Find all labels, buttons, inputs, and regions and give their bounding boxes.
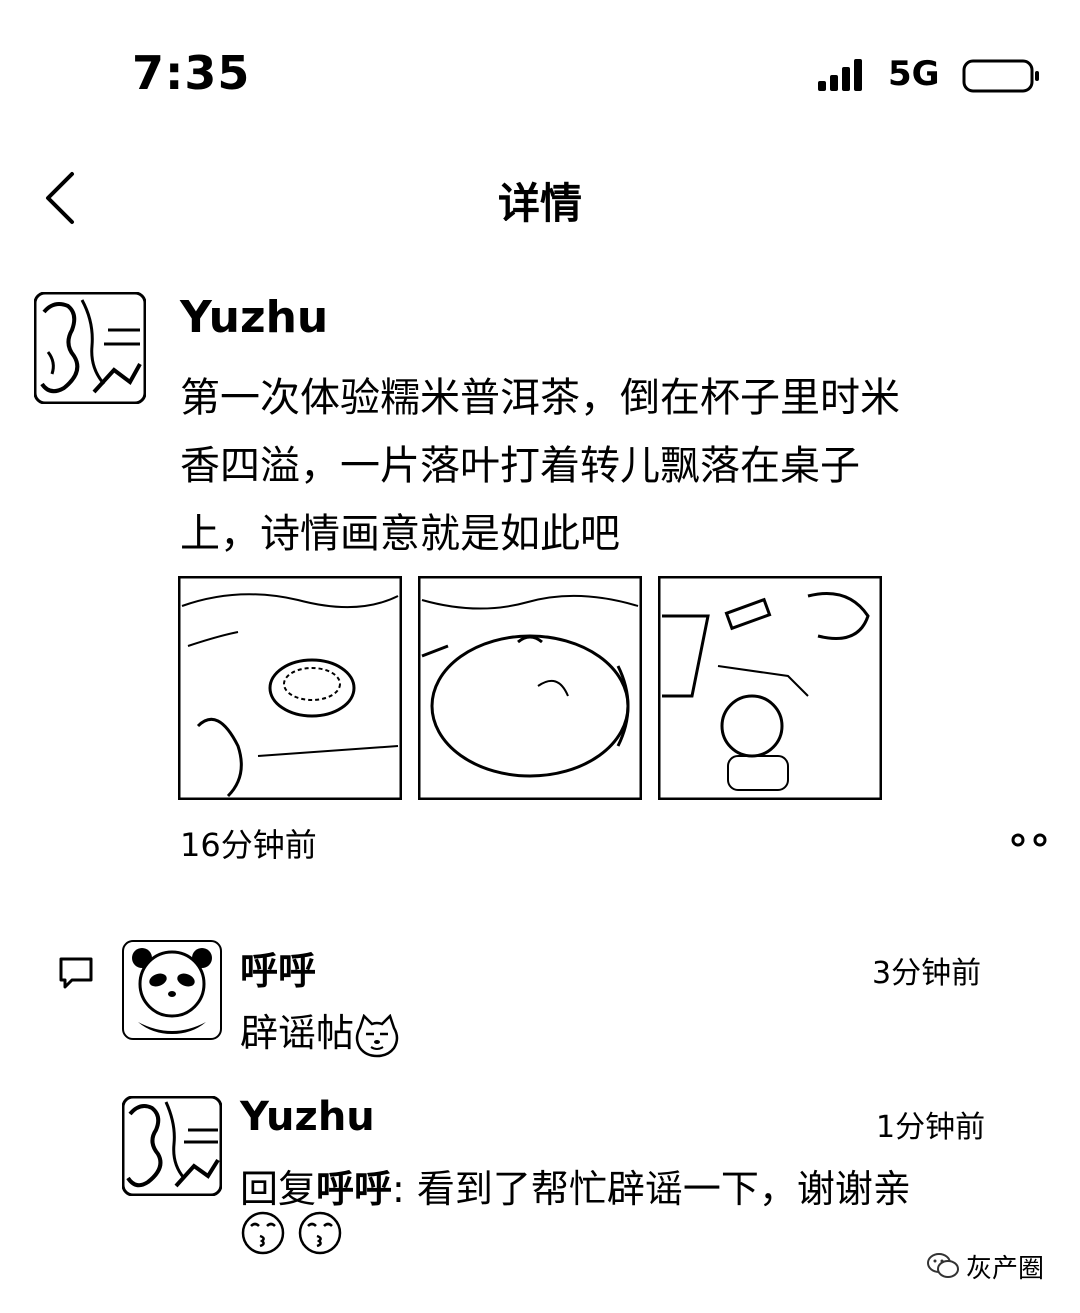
post-photo[interactable] bbox=[418, 576, 642, 800]
kissing-face-emoji-icon bbox=[298, 1211, 342, 1255]
watermark-text: 灰产圈 bbox=[966, 1254, 1045, 1284]
page-title: 详情 bbox=[497, 179, 582, 228]
post-author[interactable]: Yuzhu bbox=[180, 292, 328, 343]
comment-text-content: 辟谣帖 bbox=[240, 1011, 355, 1055]
comment-timestamp: 3分钟前 bbox=[872, 956, 982, 991]
post-text-line: 上，诗情画意就是如此吧 bbox=[180, 511, 620, 557]
reply-author-name[interactable]: Yuzhu bbox=[240, 1094, 375, 1140]
post-photo[interactable] bbox=[178, 576, 402, 800]
comment-text: 辟谣帖 bbox=[240, 1002, 400, 1058]
author-avatar[interactable] bbox=[34, 292, 146, 404]
post-text-line: 香四溢，一片落叶打着转儿飘落在桌子 bbox=[180, 443, 860, 489]
signal-icon bbox=[818, 59, 862, 91]
reply-text: 回复呼呼: 看到了帮忙辟谣一下，谢谢亲 bbox=[240, 1158, 1040, 1213]
post-text-line: 第一次体验糯米普洱茶，倒在杯子里时米 bbox=[180, 375, 900, 421]
reply-text-content: : 看到了帮忙辟谣一下，谢谢亲 bbox=[392, 1167, 911, 1211]
status-time: 7:35 bbox=[132, 46, 251, 100]
reply-prefix: 回复 bbox=[240, 1167, 317, 1211]
post-timestamp: 16分钟前 bbox=[180, 826, 317, 864]
reply-target-name[interactable]: 呼呼 bbox=[316, 1167, 392, 1211]
post-photo[interactable] bbox=[658, 576, 882, 800]
kissing-face-emoji-icon bbox=[241, 1211, 285, 1255]
more-options-icon[interactable] bbox=[1010, 832, 1050, 848]
commenter-name[interactable]: 呼呼 bbox=[240, 940, 316, 995]
reply-emojis bbox=[240, 1210, 343, 1256]
dog-face-emoji-icon bbox=[355, 1013, 399, 1057]
commenter-avatar[interactable] bbox=[122, 940, 222, 1040]
post-text: 第一次体验糯米普洱茶，倒在杯子里时米 香四溢，一片落叶打着转儿飘落在桌子 上，诗… bbox=[180, 364, 1070, 568]
network-type: 5G bbox=[888, 54, 940, 94]
reply-author-avatar[interactable] bbox=[122, 1096, 222, 1196]
comment-icon bbox=[59, 957, 93, 989]
wechat-logo-icon bbox=[927, 1253, 959, 1278]
reply-timestamp: 1分钟前 bbox=[876, 1110, 986, 1145]
battery-icon bbox=[962, 59, 1039, 93]
